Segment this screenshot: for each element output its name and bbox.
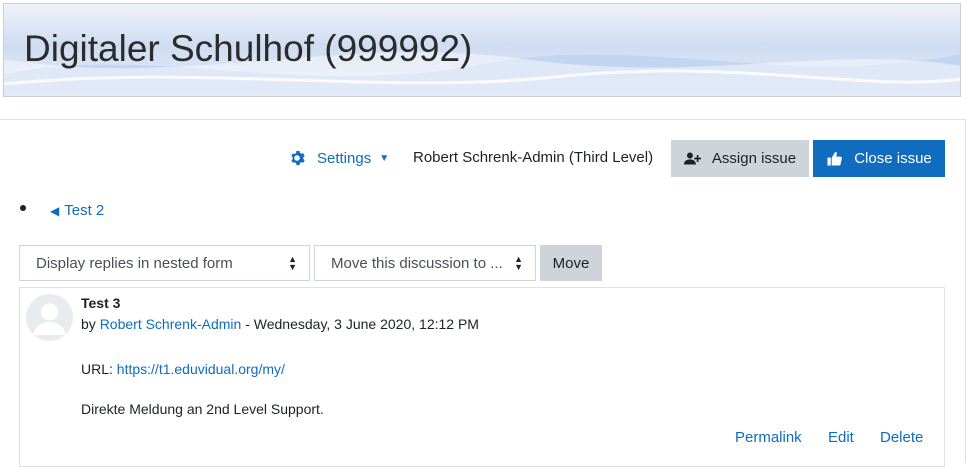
- select-arrows-icon: ▲ ▼: [288, 254, 297, 272]
- thumbs-up-icon: [827, 151, 843, 166]
- settings-menu-toggle[interactable]: Settings ▼: [289, 148, 389, 168]
- avatar: [26, 294, 73, 341]
- delete-link[interactable]: Delete: [880, 429, 923, 446]
- previous-discussion-link[interactable]: ◀ Test 2: [50, 202, 104, 219]
- post-url-link[interactable]: https://t1.eduvidual.org/my/: [117, 361, 285, 377]
- post-message: Direkte Meldung an 2nd Level Support.: [81, 401, 324, 417]
- close-issue-label: Close issue: [854, 150, 932, 167]
- post-url-line: URL: https://t1.eduvidual.org/my/: [81, 361, 285, 377]
- page-title: Digitaler Schulhof (999992): [24, 28, 473, 69]
- url-label: URL:: [81, 361, 113, 377]
- settings-label: Settings: [317, 149, 372, 167]
- edit-link[interactable]: Edit: [828, 429, 854, 446]
- byline-separator: -: [241, 316, 254, 332]
- default-user-icon: [33, 303, 66, 335]
- byline-prefix: by: [81, 316, 96, 332]
- course-header-banner: Digitaler Schulhof (999992): [3, 3, 961, 97]
- user-plus-icon: [683, 152, 701, 165]
- post-author-link[interactable]: Robert Schrenk-Admin: [100, 316, 242, 332]
- close-issue-button[interactable]: Close issue: [813, 140, 945, 177]
- assign-issue-label: Assign issue: [711, 150, 797, 167]
- display-mode-value: Display replies in nested form: [36, 254, 233, 272]
- select-arrows-icon: ▲ ▼: [514, 254, 523, 272]
- post-date: Wednesday, 3 June 2020, 12:12 PM: [253, 316, 479, 332]
- gear-icon: [291, 151, 305, 165]
- move-discussion-value: Move this discussion to ...: [331, 254, 503, 272]
- move-discussion-select[interactable]: Move this discussion to ... ▲ ▼: [314, 245, 536, 281]
- triangle-left-icon: ◀: [50, 204, 60, 218]
- previous-discussion-label: Test 2: [64, 202, 105, 219]
- assigned-user-label: Robert Schrenk-Admin (Third Level): [413, 149, 654, 166]
- display-mode-select[interactable]: Display replies in nested form ▲ ▼: [19, 245, 310, 281]
- assign-issue-button[interactable]: Assign issue: [671, 140, 809, 177]
- forum-post: [19, 287, 945, 467]
- list-bullet: [20, 205, 26, 211]
- permalink-link[interactable]: Permalink: [735, 429, 802, 446]
- chevron-down-icon: ▼: [379, 152, 390, 164]
- post-byline: by Robert Schrenk-Admin - Wednesday, 3 J…: [81, 316, 479, 332]
- post-subject: Test 3: [81, 295, 121, 311]
- move-button[interactable]: Move: [540, 245, 602, 281]
